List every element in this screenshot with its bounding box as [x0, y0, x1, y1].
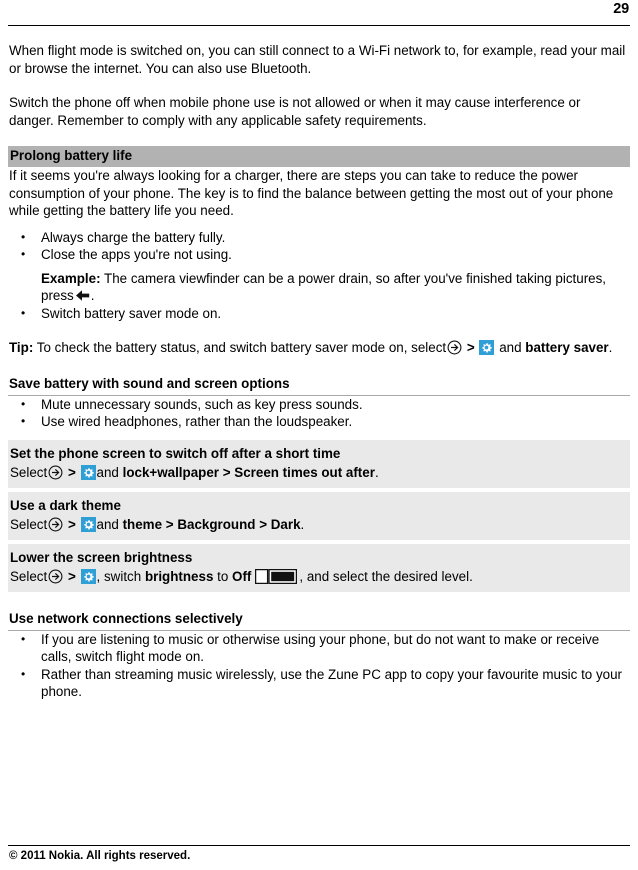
instruction-block-dark-theme: Use a dark theme Select > and theme > Ba… — [8, 491, 630, 540]
settings-gear-icon[interactable] — [479, 340, 495, 355]
block-body: Select > and lock+wallpaper > Screen tim… — [10, 464, 626, 482]
copyright-notice: © 2011 Nokia. All rights reserved. — [9, 850, 191, 862]
example-text: The camera viewfinder can be a power dra… — [41, 270, 607, 304]
and-label: and — [96, 516, 119, 532]
arrow-right-circle-icon[interactable] — [48, 569, 63, 584]
block-title: Use a dark theme — [10, 497, 121, 513]
settings-gear-icon[interactable] — [80, 516, 96, 532]
bold-menu-item: Off — [232, 568, 252, 584]
select-label: Select — [10, 464, 48, 480]
list-item: Use wired headphones, rather than the lo… — [8, 412, 626, 430]
tip-bold-target: battery saver — [525, 340, 609, 355]
block-body: Select > , switch brightness to Off , and… — [10, 568, 626, 586]
bold-menu-item: lock+wallpaper — [122, 464, 219, 480]
save-battery-bullet-list: Mute unnecessary sounds, such as key pre… — [8, 395, 630, 431]
bold-menu-item: brightness — [144, 568, 214, 584]
to-label: to — [217, 568, 229, 584]
tip-paragraph: Tip: To check the battery status, and sw… — [8, 339, 630, 357]
switch-label: switch — [103, 568, 142, 584]
network-bullet-list: If you are listening to music or otherwi… — [8, 630, 630, 701]
block-body: Select > and theme > Background > Dark. — [10, 516, 626, 534]
prolong-battery-intro: If it seems you're always looking for a … — [9, 168, 614, 218]
tail: , and select the desired level. — [299, 568, 473, 584]
separator: > — [67, 516, 76, 532]
block-title: Set the phone screen to switch off after… — [10, 445, 341, 461]
list-item: Switch battery saver mode on. — [8, 304, 626, 322]
arrow-right-circle-icon[interactable] — [48, 517, 63, 532]
bold-menu-item: Screen times out after — [234, 464, 375, 480]
intro-paragraph-1: When flight mode is switched on, you can… — [9, 43, 626, 76]
settings-gear-icon[interactable] — [80, 464, 96, 480]
select-label: Select — [10, 568, 48, 584]
bold-menu-item: theme — [122, 516, 163, 532]
prolong-battery-bullet-list: Always charge the battery fully. Close t… — [8, 228, 630, 264]
page-content: When flight mode is switched on, you can… — [8, 26, 630, 845]
tip-text-middle: and — [499, 340, 522, 355]
tip-text-tail: . — [608, 340, 613, 355]
prolong-battery-bullet-list-2: Switch battery saver mode on. — [8, 304, 630, 322]
separator: > — [259, 516, 268, 532]
separator: > — [67, 568, 76, 584]
page-header: 29 — [8, 0, 630, 26]
toggle-switch-off-icon[interactable] — [255, 568, 298, 584]
section-heading-save-battery: Save battery with sound and screen optio… — [8, 374, 630, 396]
separator: > — [67, 464, 76, 480]
arrow-right-circle-icon[interactable] — [48, 465, 63, 480]
page-number: 29 — [613, 1, 629, 17]
separator: > — [165, 516, 174, 532]
section-heading-prolong-battery: Prolong battery life — [8, 146, 630, 167]
block-title: Lower the screen brightness — [10, 549, 193, 565]
example-label: Example: — [41, 270, 101, 286]
document-page: 29 When flight mode is switched on, you … — [0, 0, 638, 870]
select-label: Select — [10, 516, 48, 532]
separator: > — [222, 464, 231, 480]
tip-separator: > — [466, 340, 475, 355]
comma: , — [96, 568, 101, 584]
tip-text: To check the battery status, and switch … — [36, 340, 447, 355]
bold-menu-item: Dark — [270, 516, 301, 532]
tip-label: Tip: — [9, 340, 34, 355]
intro-paragraph-2: Switch the phone off when mobile phone u… — [9, 95, 581, 128]
list-item: Always charge the battery fully. — [8, 228, 626, 246]
and-label: and — [96, 464, 119, 480]
section-heading-network-connections: Use network connections selectively — [8, 609, 630, 631]
example-text-tail: . — [90, 288, 95, 303]
arrow-right-circle-icon[interactable] — [447, 340, 462, 355]
list-item: Close the apps you're not using. — [8, 245, 626, 263]
back-arrow-icon — [75, 289, 90, 302]
bold-menu-item: Background — [177, 516, 256, 532]
list-item: If you are listening to music or otherwi… — [8, 630, 626, 666]
tail: . — [374, 464, 379, 480]
list-item: Mute unnecessary sounds, such as key pre… — [8, 395, 626, 413]
instruction-block-screen-brightness: Lower the screen brightness Select > , s… — [8, 543, 630, 592]
tail: . — [300, 516, 305, 532]
settings-gear-icon[interactable] — [80, 568, 96, 584]
list-item: Rather than streaming music wirelessly, … — [8, 665, 626, 701]
page-footer: © 2011 Nokia. All rights reserved. — [8, 845, 630, 864]
prolong-battery-example: Example: The camera viewfinder can be a … — [8, 270, 626, 305]
instruction-block-screen-timeout: Set the phone screen to switch off after… — [8, 439, 630, 488]
